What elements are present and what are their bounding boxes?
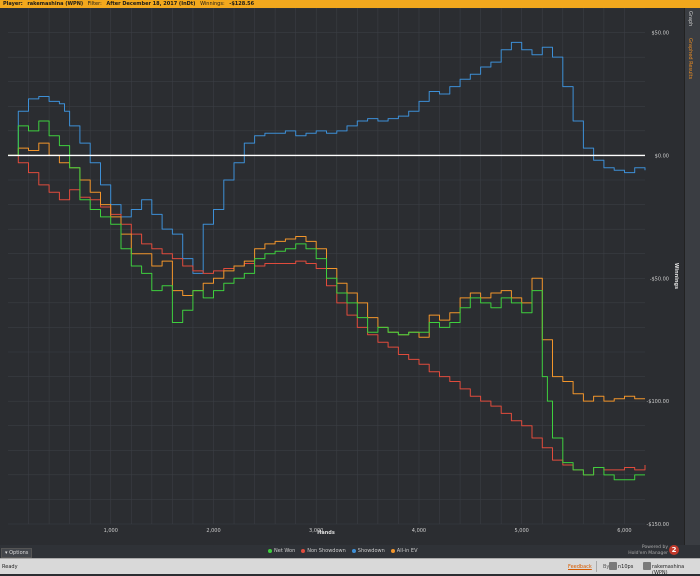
y-tick-label: -$100.00 bbox=[647, 399, 669, 405]
legend-label: Showdown bbox=[357, 548, 385, 554]
x-tick-label: 1,000 bbox=[104, 528, 118, 534]
x-tick-label: 2,000 bbox=[206, 528, 220, 534]
winnings-value: -$128.56 bbox=[229, 1, 255, 7]
tab-graph[interactable]: Graph bbox=[687, 11, 693, 26]
legend-item[interactable]: Showdown bbox=[351, 548, 385, 554]
x-tick-label: 6,000 bbox=[617, 528, 631, 534]
status-user1[interactable]: n10ps bbox=[618, 564, 633, 570]
x-axis-label: Hands bbox=[317, 530, 335, 536]
legend-item[interactable]: Net Won bbox=[268, 548, 295, 554]
triangle-down-icon: ▾ bbox=[5, 550, 8, 556]
options-bar: ▾ Options Net Won Non Showdown Showdown All… bbox=[0, 545, 700, 558]
y-tick-label: -$50.00 bbox=[650, 276, 669, 282]
winnings-label: Winnings: bbox=[200, 1, 225, 7]
legend-label: Non Showdown bbox=[307, 548, 346, 554]
y-tick-label: $50.00 bbox=[652, 31, 670, 37]
hm2-logo-icon: 2 bbox=[669, 545, 679, 555]
x-tick-label: 5,000 bbox=[515, 528, 529, 534]
legend-dot-icon bbox=[301, 549, 306, 553]
player-value: rakemashina (WPN) bbox=[27, 1, 84, 7]
legend-item[interactable]: Non Showdown bbox=[301, 548, 346, 554]
right-panel: Graph Graphed Results bbox=[684, 8, 700, 545]
chart-background bbox=[0, 8, 684, 545]
chart-legend: Net Won Non Showdown Showdown All-in EV bbox=[268, 548, 418, 554]
winnings-chart: 1,000 2,000 3,000 4,000 5,000 6,000$50.00$0.0… bbox=[0, 8, 684, 545]
legend-item[interactable]: All-in EV bbox=[390, 548, 418, 554]
status-user2[interactable]: rakemashina (WPN) bbox=[652, 564, 700, 576]
y-tick-label: $0.00 bbox=[655, 153, 669, 159]
legend-label: Net Won bbox=[274, 548, 296, 554]
legend-dot-icon bbox=[351, 549, 356, 553]
database-icon bbox=[609, 562, 617, 570]
feedback-link[interactable]: Feedback bbox=[568, 564, 592, 570]
options-label: Options bbox=[9, 550, 29, 556]
brand-line2: Hold'em Manager bbox=[628, 551, 668, 556]
tab-graphed-results[interactable]: Graphed Results bbox=[687, 38, 693, 79]
status-divider bbox=[596, 561, 597, 572]
title-bar: Player: rakemashina (WPN) Filter: After … bbox=[0, 0, 700, 8]
legend-dot-icon bbox=[268, 549, 272, 553]
x-tick-label: 4,000 bbox=[412, 528, 426, 534]
legend-label: All-in EV bbox=[396, 548, 418, 554]
filter-label: Filter: bbox=[87, 1, 102, 7]
filter-value[interactable]: After December 18, 2017 (InDt) bbox=[106, 1, 195, 7]
status-bar: Ready Feedback By n10ps rakemashina (WPN… bbox=[0, 558, 700, 576]
legend-dot-icon bbox=[390, 549, 395, 553]
brand-text: Powered by Hold'em Manager bbox=[628, 545, 668, 557]
player-label: Player: bbox=[3, 1, 23, 7]
options-button[interactable]: ▾ Options bbox=[1, 548, 33, 558]
player-icon bbox=[643, 562, 651, 570]
y-axis-label: Winnings bbox=[673, 263, 679, 289]
status-ready: Ready bbox=[2, 564, 18, 570]
y-tick-label: -$150.00 bbox=[647, 522, 669, 528]
